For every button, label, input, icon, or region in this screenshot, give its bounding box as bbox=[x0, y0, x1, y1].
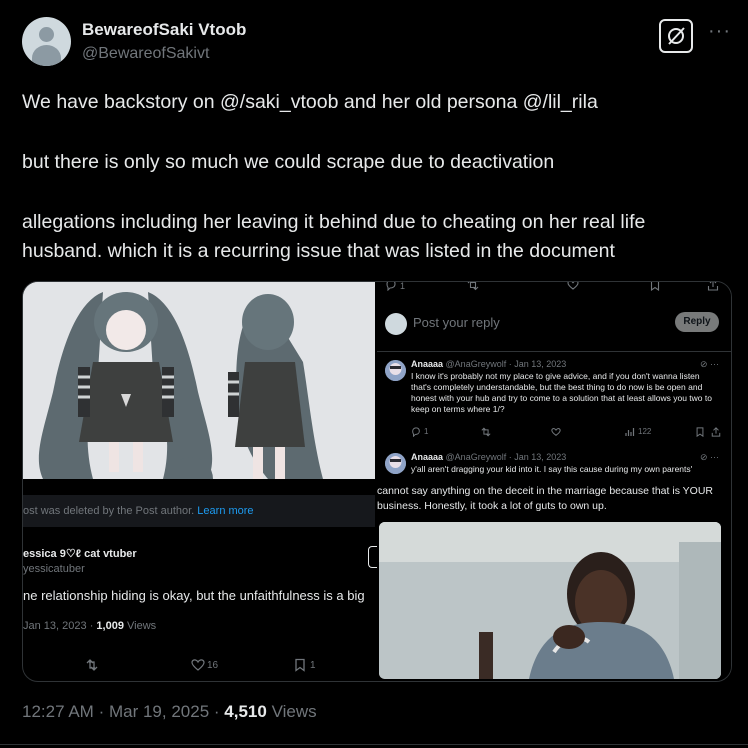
bookmark-icon[interactable] bbox=[649, 282, 661, 291]
reply-avatar bbox=[385, 313, 407, 335]
reply-input[interactable]: Post your reply bbox=[413, 315, 500, 330]
quoted-author-name: essica 9♡ℓ cat vtuber bbox=[23, 548, 137, 560]
repost-icon[interactable] bbox=[467, 282, 479, 291]
post-timestamp[interactable]: 12:27 AM · Mar 19, 2025 · 4,510 Views bbox=[22, 702, 317, 722]
grok-icon bbox=[668, 27, 685, 45]
comment-more-icon[interactable]: ⊘ ··· bbox=[700, 359, 719, 370]
commenter-display-name: Anaaaa bbox=[411, 359, 444, 369]
timestamp-separator: · bbox=[98, 702, 105, 721]
quoted-post-meta: Jan 13, 2023 · 1,009 Views bbox=[23, 620, 156, 632]
meta-separator: · bbox=[89, 620, 94, 632]
commenter-avatar[interactable] bbox=[385, 360, 406, 381]
grok-button[interactable] bbox=[659, 19, 693, 53]
quoted-views-label: Views bbox=[127, 620, 157, 632]
learn-more-link[interactable]: Learn more bbox=[197, 505, 253, 517]
reply-icon[interactable] bbox=[385, 282, 397, 291]
quoted-post-text: ne relationship hiding is okay, but the … bbox=[23, 588, 365, 603]
like-icon[interactable] bbox=[551, 427, 561, 437]
commenter-handle-date: @AnaGreywolf · Jan 13, 2023 bbox=[445, 359, 567, 369]
media-container[interactable]: ost was deleted by the Post author. Lear… bbox=[22, 281, 732, 682]
comment-text: I know it's probably not my place to giv… bbox=[411, 371, 712, 414]
commenter-handle-date: @AnaGreywolf · Jan 13, 2023 bbox=[445, 452, 567, 462]
top-action-bar: 1 bbox=[377, 282, 731, 294]
avatar-head-shape bbox=[39, 27, 54, 42]
share-icon[interactable] bbox=[707, 282, 719, 291]
media-left-screenshot[interactable]: ost was deleted by the Post author. Lear… bbox=[23, 282, 377, 681]
commenter-name[interactable]: Anaaaa @AnaGreywolf · Jan 13, 2023 bbox=[411, 452, 566, 462]
avatar-torso-shape bbox=[32, 45, 61, 66]
share-icon[interactable] bbox=[711, 427, 721, 437]
like-count: 16 bbox=[207, 660, 219, 671]
more-options-icon[interactable]: ··· bbox=[708, 20, 731, 43]
divider bbox=[377, 351, 731, 352]
post-text-line-2: but there is only so much we could scrap… bbox=[22, 151, 555, 173]
like-icon[interactable] bbox=[191, 658, 205, 672]
reaction-image bbox=[379, 522, 721, 679]
quoted-post-date: Jan 13, 2023 bbox=[23, 620, 87, 632]
follow-button-edge bbox=[368, 546, 377, 568]
bookmark-icon[interactable] bbox=[293, 658, 307, 672]
comment-text: y'all aren't dragging your kid into it. … bbox=[411, 464, 693, 474]
deleted-post-notice: ost was deleted by the Post author. Lear… bbox=[23, 495, 375, 527]
views-icon[interactable] bbox=[625, 427, 635, 437]
comment-views-count: 122 bbox=[638, 427, 652, 436]
bookmark-count: 1 bbox=[310, 660, 316, 671]
character-art-image bbox=[23, 282, 375, 479]
media-right-screenshot[interactable]: 1 Post your reply Reply Anaaaa @AnaGreyw… bbox=[377, 282, 731, 681]
deleted-post-text: ost was deleted by the Post author. bbox=[23, 505, 195, 517]
quoted-action-bar: 16 1 bbox=[23, 658, 375, 674]
repost-icon[interactable] bbox=[85, 658, 99, 672]
reply-icon[interactable] bbox=[411, 427, 421, 437]
bookmark-icon[interactable] bbox=[695, 427, 705, 437]
repost-icon[interactable] bbox=[481, 427, 491, 437]
author-avatar[interactable] bbox=[22, 17, 71, 66]
like-icon[interactable] bbox=[567, 282, 579, 291]
post-time: 12:27 AM bbox=[22, 702, 94, 721]
comment-more-icon[interactable]: ⊘ ··· bbox=[700, 452, 719, 463]
quoted-author-handle: yessicatuber bbox=[23, 563, 85, 575]
comment-action-bar: 1 122 bbox=[411, 427, 721, 439]
post-text-line-1: We have backstory on @/saki_vtoob and he… bbox=[22, 91, 598, 113]
commenter-name[interactable]: Anaaaa @AnaGreywolf · Jan 13, 2023 bbox=[411, 359, 566, 369]
overlay-caption: cannot say anything on the deceit in the… bbox=[377, 485, 714, 512]
post-views-count: 4,510 bbox=[224, 702, 267, 721]
comment-reply-count: 1 bbox=[424, 427, 429, 436]
timestamp-separator: · bbox=[213, 702, 220, 721]
commenter-display-name: Anaaaa bbox=[411, 452, 444, 462]
author-display-name[interactable]: BewareofSaki Vtoob bbox=[82, 20, 246, 40]
author-handle[interactable]: @BewareofSakivt bbox=[82, 45, 209, 63]
top-reply-count: 1 bbox=[400, 281, 406, 291]
bottom-divider bbox=[0, 744, 748, 745]
commenter-avatar[interactable] bbox=[385, 453, 406, 474]
post-text-line-3: allegations including her leaving it beh… bbox=[22, 211, 646, 233]
reply-button[interactable]: Reply bbox=[675, 312, 719, 332]
post-views-label: Views bbox=[271, 702, 317, 721]
post-text-line-4: husband. which it is a recurring issue t… bbox=[22, 240, 615, 262]
post-date: Mar 19, 2025 bbox=[108, 702, 210, 721]
quoted-views-count: 1,009 bbox=[96, 620, 124, 632]
